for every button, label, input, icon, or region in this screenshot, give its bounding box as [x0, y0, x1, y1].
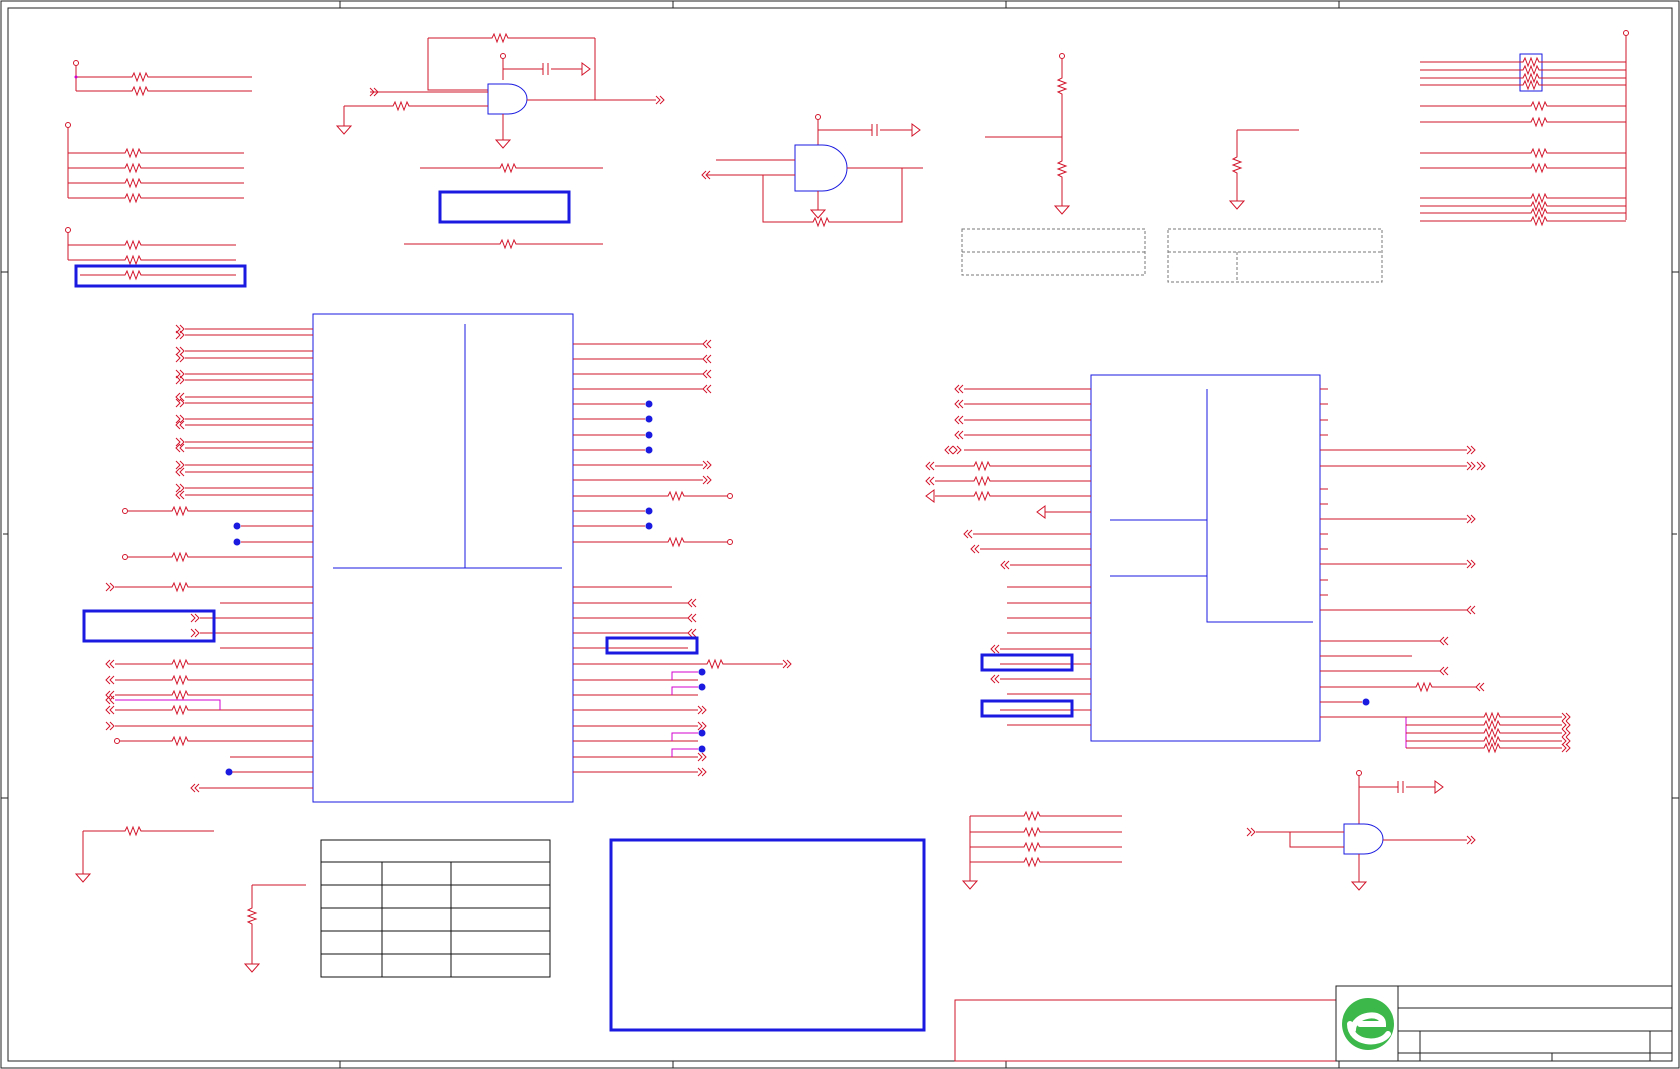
and-gate-icon: [487, 83, 528, 115]
and-gate-icon: [1343, 823, 1384, 855]
logo-icon: [1342, 998, 1394, 1050]
and-gate-circuit-1: [336, 33, 665, 249]
voltage-divider: [961, 53, 1146, 276]
ic-right-output-pins: [1320, 388, 1571, 753]
main-ic-left: [82, 313, 792, 803]
bottom-left-pull-downs: [75, 826, 306, 973]
schematic-sheet: [0, 0, 1680, 1069]
revision-block: [954, 999, 1337, 1062]
and-gate-circuit-3: [1246, 770, 1476, 891]
title-block: [1335, 985, 1673, 1062]
bottom-left-config-table: [320, 839, 551, 978]
sheet-frame: [0, 0, 1680, 1069]
main-ic-right: [925, 374, 1571, 753]
notes-box: [609, 838, 926, 1032]
bottom-right-resistor-bank: [962, 811, 1122, 890]
ic-left-input-pins: [82, 324, 313, 793]
ic-left-output-pins: [573, 339, 792, 777]
and-gate-icon: [794, 144, 848, 192]
and-gate-circuit-2: [701, 114, 923, 227]
top-left-resistor-banks: [65, 60, 252, 288]
ic-right-input-pins: [925, 384, 1091, 726]
top-right-resistor-array: [1420, 30, 1629, 226]
pull-down-resistor: [1167, 129, 1383, 283]
